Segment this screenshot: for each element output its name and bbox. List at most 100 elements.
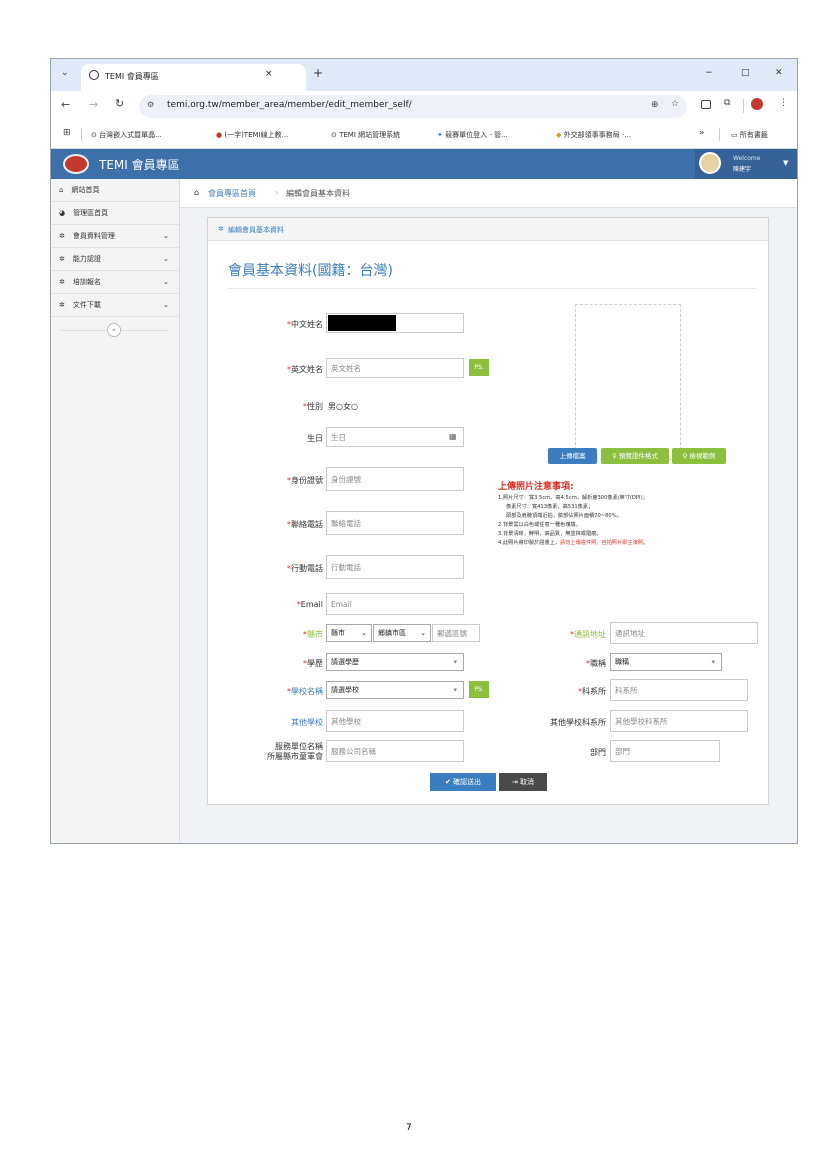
chinese-name-label: *中文姓名: [287, 320, 323, 329]
gender-radio-group[interactable]: 男○女○: [328, 401, 358, 412]
bookmark-item[interactable]: ✦ 競賽單位登入 - 管...: [437, 130, 508, 140]
sidebar-item-admin-home[interactable]: ◕ 管理區首頁: [51, 202, 179, 225]
globe-icon: [89, 70, 99, 80]
search-icon: ⚲: [682, 452, 688, 460]
preview-format-button[interactable]: ⚲ 預覽證件格式: [601, 448, 669, 464]
sidebar-item-certification[interactable]: ✲ 能力認證 ⌄: [51, 248, 179, 271]
back-icon[interactable]: ←: [61, 98, 70, 111]
education-select[interactable]: 請選學歷 ▾: [326, 653, 464, 671]
job-title-label: *職稱: [586, 659, 606, 668]
sidebar-item-training[interactable]: ✲ 培訓報名 ⌄: [51, 271, 179, 294]
photo-note-line: 3.背景清晰，鮮明，高品質，無塗抹或摺痕。: [498, 531, 602, 537]
unit-input[interactable]: 部門: [610, 740, 720, 762]
home-icon: ⌂: [59, 186, 64, 194]
user-name: 陳建宇: [733, 166, 752, 173]
close-window-button[interactable]: ✕: [775, 68, 783, 78]
birthday-input[interactable]: 生日: [326, 427, 464, 447]
gear-icon: ✲: [59, 232, 65, 240]
phone-label: *聯絡電話: [287, 520, 323, 529]
panel-heading: ✲ 編輯會員基本資料: [208, 218, 768, 241]
extensions-icon[interactable]: ⧉: [724, 98, 730, 108]
sidebar-item-downloads[interactable]: ✲ 文件下載 ⌄: [51, 294, 179, 317]
job-title-select[interactable]: 職稱 ▾: [610, 653, 722, 671]
welcome-text: Welcome: [733, 155, 761, 162]
menu-dots-icon[interactable]: ⋮: [779, 98, 788, 108]
english-name-input[interactable]: 英文姓名: [326, 358, 464, 378]
view-example-button[interactable]: ⚲ 檢視範例: [672, 448, 726, 464]
caret-down-icon: ▼: [783, 159, 789, 167]
school-label: *學校名稱: [287, 687, 323, 696]
page-number: 7: [406, 1123, 412, 1133]
avatar: [699, 152, 721, 174]
maximize-button[interactable]: □: [741, 68, 750, 78]
photo-preview: [575, 304, 681, 460]
zoom-icon[interactable]: ⊕: [651, 100, 659, 110]
folder-icon: ▭: [731, 131, 738, 139]
submit-button[interactable]: ✔ 確認送出: [430, 773, 496, 791]
apps-grid-icon[interactable]: ⊞: [63, 128, 71, 138]
gear-icon: ✲: [218, 225, 224, 233]
english-name-ps-button[interactable]: PS.: [469, 359, 489, 376]
chevron-down-icon: ⌄: [163, 301, 169, 309]
title-divider: [228, 288, 756, 289]
site-info-icon[interactable]: ⚙: [147, 100, 154, 109]
tab-close-icon[interactable]: ×: [265, 69, 273, 79]
app-title[interactable]: TEMI 會員專區: [99, 156, 180, 173]
browser-tab[interactable]: TEMI 會員專區 ×: [81, 64, 306, 91]
education-label: *學歷: [303, 659, 323, 668]
sidebar-item-member-data[interactable]: ✲ 會員資料管理 ⌄: [51, 225, 179, 248]
forward-icon[interactable]: →: [89, 98, 98, 111]
toolbar-divider: [743, 99, 744, 113]
zip-input[interactable]: 郵遞區號: [432, 624, 480, 642]
bookmark-item[interactable]: ● (一字)TEMI線上教...: [216, 130, 288, 140]
bookmark-item[interactable]: ◆ 外交部領事事務局 -...: [556, 130, 631, 140]
new-tab-button[interactable]: +: [313, 66, 323, 80]
chevron-down-icon: ⌄: [163, 278, 169, 286]
address-input[interactable]: 通訊地址: [610, 622, 758, 644]
other-dept-input[interactable]: 其他學校科系所: [610, 710, 748, 732]
department-label: *科系所: [578, 687, 606, 696]
upload-file-button[interactable]: 上傳檔案: [548, 448, 597, 464]
department-input[interactable]: 科系所: [610, 679, 748, 701]
tab-list-chevron-icon[interactable]: ⌄: [61, 68, 69, 78]
breadcrumb-sep: ›: [275, 188, 279, 197]
id-number-input[interactable]: 身份證號: [326, 467, 464, 491]
photo-note-line: 4.此照片將印製於證書上，請勿上傳證件照，自拍照片即主演照。: [498, 540, 649, 546]
url-text[interactable]: temi.org.tw/member_area/member/edit_memb…: [167, 100, 412, 110]
more-bookmarks-button[interactable]: »: [699, 128, 705, 138]
school-select[interactable]: 請選學校 ▾: [326, 681, 464, 699]
cancel-button[interactable]: ⇥ 取消: [499, 773, 547, 791]
minimize-button[interactable]: −: [705, 68, 713, 78]
search-icon: ⚲: [612, 452, 617, 460]
company-input[interactable]: 服務公司名稱: [326, 740, 464, 762]
all-bookmarks-button[interactable]: ▭ 所有書籤: [731, 130, 768, 140]
email-label: *Email: [296, 600, 323, 609]
school-ps-button[interactable]: PS.: [469, 681, 489, 698]
email-input[interactable]: Email: [326, 593, 464, 615]
omnibox[interactable]: ⚙ temi.org.tw/member_area/member/edit_me…: [139, 95, 687, 118]
photo-note-line: 2.背景需以白色或任意一種色塊填。: [498, 522, 581, 528]
reload-icon[interactable]: ↻: [115, 97, 124, 110]
other-school-input[interactable]: 其他學校: [326, 710, 464, 732]
bookmark-item[interactable]: ⊙ TEMI 網站管理系統: [331, 130, 400, 140]
photo-note-line: 頭部及肩膀頂端近拍，臉部佔照片面積70~80%。: [506, 513, 622, 519]
calendar-icon[interactable]: ▦: [449, 432, 457, 441]
bookmarks-bar: ⊞ ⊙ 台灣嵌入式暨單晶... ● (一字)TEMI線上教... ⊙ TEMI …: [51, 122, 797, 149]
phone-input[interactable]: 聯絡電話: [326, 511, 464, 535]
breadcrumb-home[interactable]: 會員專區首頁: [208, 188, 256, 199]
district-select[interactable]: 鄉鎮市區 ⌄: [373, 624, 431, 642]
bookmark-item[interactable]: ⊙ 台灣嵌入式暨單晶...: [91, 130, 162, 140]
mobile-input[interactable]: 行動電話: [326, 555, 464, 579]
mobile-label: *行動電話: [287, 564, 323, 573]
profile-icon[interactable]: [751, 98, 763, 110]
bookmark-star-icon[interactable]: ☆: [671, 99, 679, 109]
sidebar-collapse-button[interactable]: «: [107, 323, 121, 337]
sidebar-item-site-home[interactable]: ⌂ 網站首頁: [51, 179, 179, 202]
company-label: 服務單位名稱 所屬縣市童軍會: [267, 742, 323, 761]
browser-window: ⌄ TEMI 會員專區 × + − □ ✕ ← → ↻ ⚙ temi.org.t…: [50, 58, 798, 844]
county-select[interactable]: 縣市 ⌄: [326, 624, 372, 642]
user-menu[interactable]: Welcome 陳建宇 ▼: [695, 149, 797, 179]
reading-list-icon[interactable]: [701, 100, 711, 109]
chevron-down-icon: ⌄: [163, 232, 169, 240]
caret-down-icon: ▾: [453, 658, 457, 666]
